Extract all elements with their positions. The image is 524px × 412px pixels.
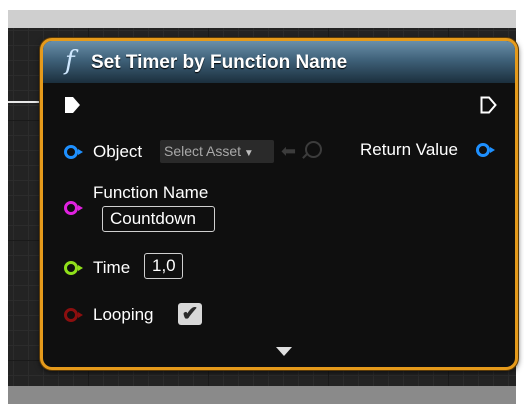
looping-pin-icon[interactable] [64, 308, 83, 322]
use-selected-arrow-icon[interactable]: ⬅ [281, 141, 296, 162]
function-icon: f [65, 46, 75, 76]
function-name-input[interactable]: Countdown [102, 206, 215, 232]
expand-node-arrow-icon[interactable] [276, 347, 292, 356]
return-value-label: Return Value [360, 140, 458, 159]
select-asset-dropdown[interactable]: Select Asset ▼ [160, 140, 274, 163]
canvas-bottom-edge [8, 386, 516, 404]
time-pin-icon[interactable] [64, 261, 83, 275]
browse-search-icon[interactable] [305, 141, 322, 158]
return-value-pin-icon[interactable] [476, 143, 495, 157]
function-name-label: Function Name [93, 183, 209, 202]
exec-output-pin-icon[interactable] [480, 96, 497, 114]
function-name-pin-icon[interactable] [64, 201, 83, 215]
time-input[interactable]: 1,0 [144, 253, 183, 279]
looping-label: Looping [93, 305, 154, 324]
set-timer-node[interactable]: f Set Timer by Function Name Object Sele… [40, 38, 518, 370]
time-label: Time [93, 258, 131, 277]
node-title: Set Timer by Function Name [91, 52, 348, 73]
chevron-down-icon: ▼ [241, 148, 254, 159]
looping-checkbox[interactable]: ✔ [178, 303, 202, 325]
object-pin-icon[interactable] [64, 145, 83, 159]
object-label: Object [93, 142, 143, 161]
node-header[interactable]: f Set Timer by Function Name [43, 41, 515, 83]
select-asset-value: Select Asset [164, 143, 242, 159]
exec-input-pin-icon[interactable] [64, 96, 81, 114]
canvas-top-edge [8, 10, 516, 28]
